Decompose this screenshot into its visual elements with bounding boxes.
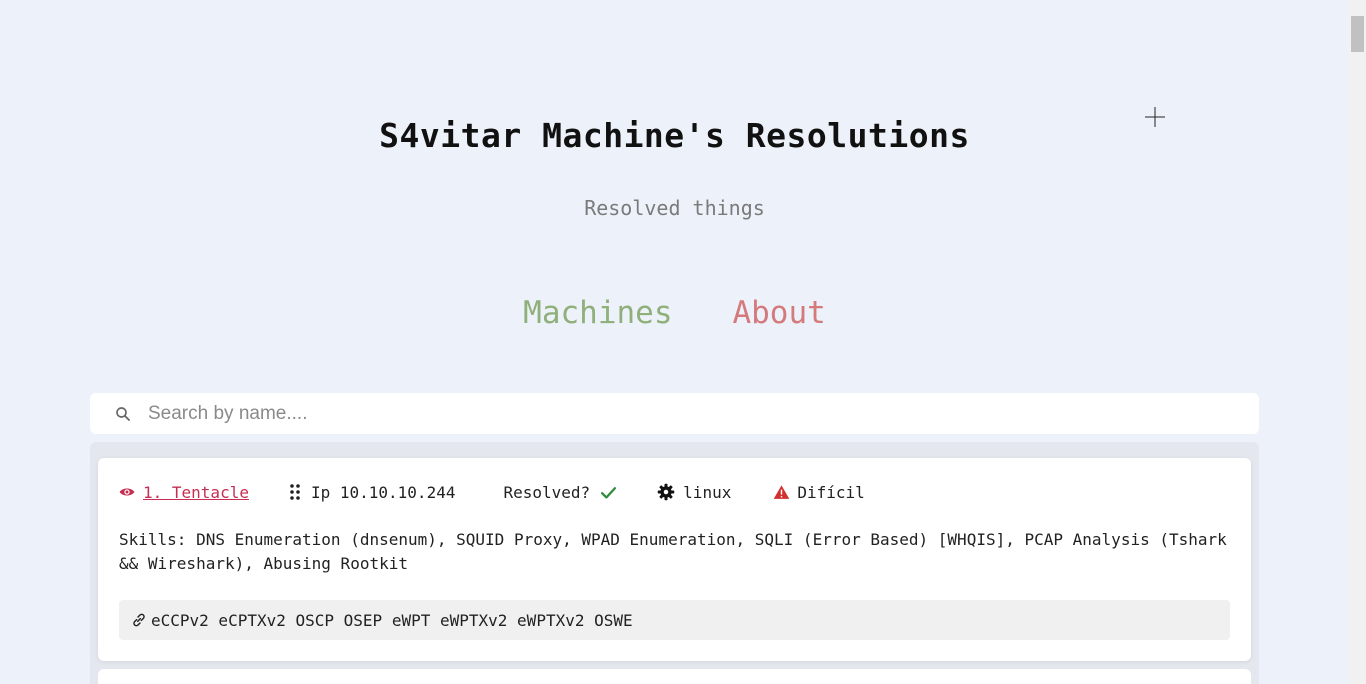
search-input[interactable] (148, 402, 1228, 425)
warning-icon (774, 484, 790, 499)
machine-resolved-item: Resolved? (503, 483, 617, 502)
page-subtitle: Resolved things (584, 196, 765, 220)
search-icon (116, 406, 130, 421)
machine-difficulty: Difícil (797, 482, 865, 502)
resolved-label: Resolved? (503, 482, 591, 502)
main-nav: Machines About (0, 295, 1349, 331)
page: S4vitar Machine's Resolutions Resolved t… (0, 0, 1349, 684)
machine-name-item: 1. Tentacle (119, 483, 249, 502)
scrollbar-thumb[interactable] (1351, 16, 1364, 52)
link-icon (133, 613, 145, 627)
grip-dots-icon (290, 484, 300, 500)
machine-difficulty-item: Difícil (773, 482, 865, 502)
certifications-text: eCCPv2 eCPTXv2 OSCP OSEP eWPT eWPTXv2 eW… (151, 610, 633, 630)
machine-skills: Skills: DNS Enumeration (dnsenum), SQUID… (119, 530, 1227, 573)
crosshair-cursor-icon (1145, 107, 1165, 127)
vertical-scrollbar[interactable] (1349, 0, 1366, 684)
nav-machines-link[interactable]: Machines (523, 295, 672, 331)
machine-card: 1. Tentacle Ip 10.10.10.244 Resolved? li… (98, 458, 1251, 661)
check-icon (601, 486, 617, 499)
search-bar (90, 393, 1259, 434)
machine-os: linux (683, 482, 732, 502)
machine-ip-item: Ip 10.10.10.244 (289, 482, 456, 502)
machine-ip: Ip 10.10.10.244 (310, 482, 456, 502)
machine-name-link[interactable]: 1. Tentacle (143, 483, 249, 502)
machine-os-item: linux (657, 483, 731, 502)
machine-certifications: eCCPv2 eCPTXv2 OSCP OSEP eWPT eWPTXv2 eW… (119, 600, 1230, 640)
gear-icon (657, 483, 675, 501)
eye-icon (119, 488, 135, 496)
machine-card-next (98, 669, 1251, 684)
machine-meta: 1. Tentacle Ip 10.10.10.244 Resolved? li… (119, 482, 865, 502)
nav-about-link[interactable]: About (732, 295, 825, 331)
